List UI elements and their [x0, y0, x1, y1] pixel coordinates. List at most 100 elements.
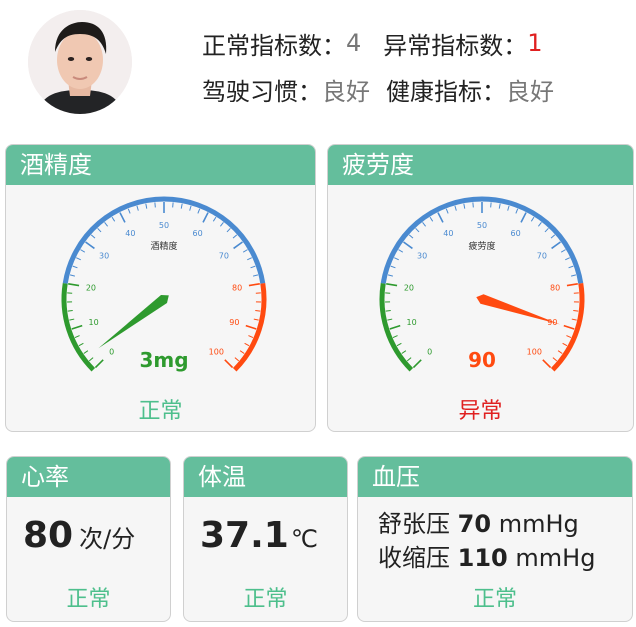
gauge-center-label: 酒精度: [150, 240, 177, 252]
gauge-tick: [72, 265, 78, 269]
alcohol-gauge: 0 10 20 30 40 50 60 70 80 90 100 酒精度 3mg: [61, 196, 267, 372]
heart-rate-title: 心率: [7, 457, 170, 497]
gauge-tick-label: 80: [550, 283, 560, 292]
temperature-unit: ℃: [290, 525, 318, 553]
gauge-tick: [88, 357, 94, 362]
heart-rate-card: 心率 80 次/分 正常: [6, 456, 171, 622]
blood-pressure-title: 血压: [358, 457, 632, 497]
gauge-tick-label: 20: [86, 283, 96, 292]
gauge-tick-label: 100: [527, 347, 542, 356]
gauge-tick: [83, 350, 89, 354]
alcohol-card: 酒精度 0 10 20 30 40 50 60 70 80 90 100 酒精度 3mg 正常: [5, 144, 316, 432]
gauge-tick: [437, 212, 444, 223]
gauge-tick: [94, 359, 104, 369]
gauge-tick-label: 30: [417, 252, 427, 261]
gauge-tick: [571, 318, 577, 321]
gauge-tick: [226, 227, 231, 233]
gauge-tick: [244, 342, 250, 347]
gauge-value-text: 3mg: [139, 348, 188, 372]
gauge-tick: [550, 234, 556, 239]
gauge-tick: [127, 208, 131, 214]
gauge-tick: [71, 324, 83, 330]
gauge-tick: [412, 359, 422, 369]
gauge-tick-label: 70: [537, 252, 547, 261]
normal-count-value: 4: [346, 29, 362, 57]
gauge-tick: [560, 249, 566, 253]
gauge-tick: [104, 222, 109, 227]
systolic-row: 收缩压 110 mmHg: [378, 541, 595, 575]
gauge-tick: [239, 350, 245, 354]
gauge-tick-label: 50: [159, 221, 169, 230]
gauge-tick: [562, 342, 568, 347]
gauge-tick: [557, 350, 563, 354]
gauge-tick: [85, 241, 95, 250]
heart-rate-status: 正常: [66, 587, 111, 612]
fatigue-card-title: 疲劳度: [328, 145, 633, 185]
gauge-tick-label: 10: [89, 318, 99, 327]
alcohol-card-title: 酒精度: [6, 145, 315, 185]
gauge-tick: [530, 216, 535, 222]
gauge-tick: [242, 249, 248, 253]
gauge-tick: [145, 203, 148, 209]
gauge-tick: [551, 241, 561, 250]
gauge-tick: [385, 310, 391, 312]
gauge-tick: [247, 257, 252, 261]
health-index-value: 良好: [506, 77, 554, 106]
gauge-tick: [245, 324, 257, 330]
gauge-tick: [233, 241, 243, 250]
systolic-value: 110: [457, 544, 508, 572]
avatar: [28, 10, 132, 114]
gauge-tick-label: 30: [99, 252, 109, 261]
gauge-tick: [429, 216, 434, 222]
normal-count-label: 正常指标数：: [202, 31, 346, 60]
gauge-tick: [111, 216, 116, 222]
abnormal-count-value: 1: [527, 29, 543, 57]
gauge-tick: [387, 274, 394, 277]
gauge-tick-label: 80: [232, 283, 242, 292]
gauge-tick: [69, 318, 75, 321]
diastolic-label: 舒张压: [378, 510, 450, 538]
gauge-tick: [74, 335, 80, 338]
heart-rate-reading: 80 次/分: [23, 515, 135, 556]
gauge-tick-label: 40: [443, 229, 453, 238]
gauge-tick: [544, 227, 549, 233]
gauge-tick: [408, 234, 414, 239]
gauge-tick: [232, 234, 238, 239]
driving-habit-value: 良好: [322, 77, 370, 106]
blood-pressure-readings: 舒张压 70 mmHg 收缩压 110 mmHg: [378, 507, 595, 575]
gauge-tick-label: 70: [219, 252, 229, 261]
gauge-tick: [234, 357, 240, 362]
gauge-tick: [197, 208, 201, 214]
temperature-value: 37.1: [200, 515, 289, 556]
health-index-label: 健康指标：: [386, 77, 506, 106]
gauge-value-text: 90: [468, 348, 496, 372]
gauge-tick: [568, 265, 574, 269]
gauge-tick-label: 0: [109, 347, 114, 356]
diastolic-unit: mmHg: [498, 510, 579, 538]
gauge-tick: [392, 335, 398, 338]
gauge-tick: [78, 342, 84, 347]
gauge-tick: [520, 212, 527, 223]
gauge-tick-label: 100: [209, 347, 224, 356]
heart-rate-value: 80: [23, 515, 74, 556]
gauge-tick: [537, 222, 542, 227]
gauge-tick: [445, 208, 449, 214]
diastolic-row: 舒张压 70 mmHg: [378, 507, 595, 541]
gauge-tick-label: 20: [404, 283, 414, 292]
gauge-tick: [248, 335, 254, 338]
gauge-tick: [387, 318, 393, 321]
gauge-tick: [573, 310, 579, 312]
temperature-status: 正常: [243, 587, 288, 612]
systolic-label: 收缩压: [378, 544, 450, 572]
gauge-tick: [563, 324, 575, 330]
gauge-tick: [389, 324, 401, 330]
gauge-tick: [189, 205, 192, 211]
temperature-card: 体温 37.1℃ 正常: [183, 456, 348, 622]
gauge-tick: [403, 241, 413, 250]
gauge-tick: [515, 208, 519, 214]
gauge-tick: [248, 283, 260, 287]
gauge-tick-label: 50: [477, 221, 487, 230]
gauge-tick: [76, 257, 81, 261]
driving-habit-label: 驾驶习惯：: [202, 77, 322, 106]
gauge-tick: [552, 357, 558, 362]
